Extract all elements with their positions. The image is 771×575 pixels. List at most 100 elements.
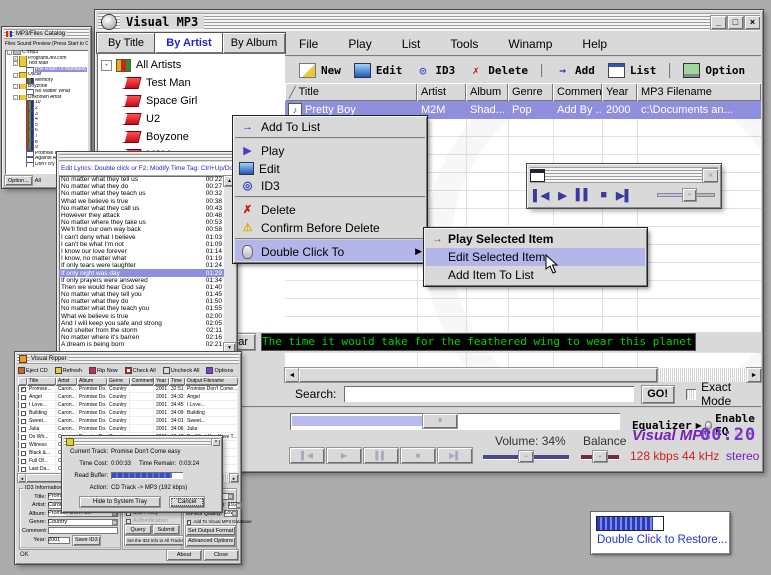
ripper-col-check[interactable]: [18, 377, 27, 385]
context-menu-item[interactable]: ▶ Play ▶: [235, 137, 425, 160]
lyric-line[interactable]: No matter what they call us 00:43: [59, 205, 224, 212]
mini-transport-button[interactable]: ■: [600, 189, 607, 202]
lyric-line[interactable]: And shelter from the storm 02:11: [59, 327, 224, 334]
ripper-col-title[interactable]: Title: [27, 377, 56, 385]
transport-button[interactable]: ▌◀: [290, 448, 324, 463]
search-input[interactable]: [344, 386, 633, 402]
toolbar-button[interactable]: Option: [669, 63, 745, 78]
seek-slider-handle[interactable]: ≡: [423, 414, 457, 428]
ripper-track-row[interactable]: ✓ Angel Caron... Promise Do... Country 2…: [18, 393, 238, 401]
menu-play[interactable]: Play: [348, 37, 371, 51]
collapse-icon[interactable]: -: [101, 60, 112, 71]
menu-file[interactable]: File: [299, 37, 318, 51]
menu-list[interactable]: List: [402, 37, 421, 51]
lyrics-titlebar[interactable]: [59, 154, 235, 161]
lyric-line[interactable]: I know our love forever 01:14: [59, 248, 224, 255]
mini-transport-button[interactable]: ▶▌: [616, 189, 632, 202]
ripper-track-row[interactable]: ✓ Promise... Caron... Promise Do... Coun…: [18, 385, 238, 393]
restore-window-icon[interactable]: [530, 169, 545, 182]
toolbar-button[interactable]: ✗ Delete: [468, 64, 528, 77]
ripper-col-year[interactable]: Year: [154, 377, 169, 385]
ripper-col-genre[interactable]: Genre: [107, 377, 130, 385]
id3-genre-dropdown[interactable]: Country: [48, 519, 118, 526]
submit-button[interactable]: Submit: [153, 525, 179, 534]
tree-root-all-artists[interactable]: - All Artists: [97, 56, 285, 74]
tab-by-title[interactable]: By Title: [97, 33, 155, 53]
about-button[interactable]: About: [167, 550, 201, 560]
artist-tree-item[interactable]: Test Man: [123, 74, 285, 92]
mini-player-titlebar[interactable]: ×: [530, 167, 718, 183]
ripper-toolbar-button[interactable]: Rip Now: [89, 367, 118, 374]
expander-icon[interactable]: -: [13, 73, 18, 78]
track-checkbox[interactable]: ✓: [21, 387, 26, 392]
lyric-line[interactable]: We'll find our own way back 00:58: [59, 226, 224, 233]
lyric-line[interactable]: No matter what they teach us 00:32: [59, 190, 224, 197]
catalog-option-button[interactable]: Option...: [5, 176, 32, 185]
seek-slider[interactable]: ≡: [290, 413, 620, 430]
toolbar-button[interactable]: New: [299, 63, 341, 78]
dialog-titlebar[interactable]: ×: [64, 438, 220, 446]
context-menu-item[interactable]: Double Click To ▶: [235, 238, 425, 261]
tab-by-album[interactable]: By Album: [223, 33, 285, 53]
scrollbar-thumb[interactable]: [299, 368, 657, 382]
lyric-line[interactable]: No matter where they take us 00:53: [59, 219, 224, 226]
minimize-button[interactable]: _: [711, 16, 726, 29]
ripper-toolbar-button[interactable]: Eject CD: [18, 367, 48, 374]
lyric-line[interactable]: I can't be what I'm not 01:09: [59, 241, 224, 248]
lyric-line[interactable]: I can't deny what I believe 01:03: [59, 234, 224, 241]
balance-handle[interactable]: −: [593, 451, 607, 462]
ripper-col-time[interactable]: Time: [169, 377, 185, 385]
ripper-titlebar[interactable]: Visual Ripper: [17, 354, 239, 364]
track-checkbox[interactable]: ✓: [21, 443, 26, 448]
submenu-item[interactable]: Add Item To List: [426, 266, 645, 284]
toolbar-button[interactable]: → Add: [541, 64, 595, 77]
column-header-title[interactable]: ╱Title: [285, 83, 417, 101]
lyric-line[interactable]: What we believe is true 02:00: [59, 313, 224, 320]
lyric-line[interactable]: What we believe is true 00:38: [59, 198, 224, 205]
mini-player-close-icon[interactable]: ×: [703, 169, 718, 182]
lyric-line[interactable]: No matter what they tell us 00:22: [59, 176, 224, 183]
hide-to-tray-button[interactable]: Hide to System Tray: [80, 497, 160, 507]
track-checkbox[interactable]: ✓: [21, 395, 26, 400]
ripper-close-button[interactable]: Close: [204, 550, 238, 560]
track-checkbox[interactable]: ✓: [21, 459, 26, 464]
scroll-left-icon[interactable]: ◄: [285, 368, 299, 382]
maximize-button[interactable]: □: [728, 16, 743, 29]
ripper-scroll-left-icon[interactable]: ◄: [18, 474, 26, 482]
expander-icon[interactable]: -: [13, 84, 18, 89]
id3-year-field[interactable]: 2001: [48, 537, 70, 544]
authentication-checkbox[interactable]: [126, 519, 131, 524]
ripper-toolbar-button[interactable]: Check All: [125, 367, 156, 374]
lyric-line[interactable]: No matter what they do 01:50: [59, 298, 224, 305]
lyric-line[interactable]: I know, no matter what 01:19: [59, 255, 224, 262]
lyric-line[interactable]: No matter where it's barren 02:16: [59, 334, 224, 341]
ripper-track-row[interactable]: ✓ I Love... Caron... Promise Do... Count…: [18, 401, 238, 409]
expander-icon[interactable]: -: [13, 95, 18, 100]
expander-icon[interactable]: -: [7, 50, 12, 55]
close-button[interactable]: ×: [745, 16, 760, 29]
transport-button[interactable]: ▶: [327, 448, 361, 463]
column-header-artist[interactable]: Artist: [417, 83, 466, 101]
context-menu-item[interactable]: ✗ Delete ▶: [235, 196, 425, 219]
column-header-album[interactable]: Album: [466, 83, 508, 101]
toolbar-button[interactable]: List: [608, 63, 657, 78]
lyric-line[interactable]: A dream is being born 02:21: [59, 341, 224, 348]
column-header-filename[interactable]: MP3 Filename: [637, 83, 761, 101]
toolbar-button[interactable]: Edit: [354, 63, 403, 78]
lyric-line[interactable]: If only prayers were answered 01:34: [59, 277, 224, 284]
balance-slider[interactable]: −: [581, 453, 619, 461]
submenu-item[interactable]: Edit Selected Item: [426, 248, 645, 266]
transport-button[interactable]: ▌▌: [364, 448, 398, 463]
search-go-button[interactable]: GO!: [642, 386, 674, 403]
ripper-track-row[interactable]: ✓ Building Caron... Promise Do... Countr…: [18, 409, 238, 417]
expander-icon[interactable]: +: [13, 56, 18, 61]
ripper-toolbar-button[interactable]: Refresh: [55, 367, 82, 374]
ripper-track-row[interactable]: ✓ Sweet... Caron... Promise Do... Countr…: [18, 417, 238, 425]
id3-comment-field[interactable]: [48, 527, 118, 534]
track-checkbox[interactable]: ✓: [21, 419, 26, 424]
ripper-toolbar-button[interactable]: Uncheck All: [163, 367, 200, 374]
ripper-col-album[interactable]: Album: [77, 377, 107, 385]
ripper-track-row[interactable]: ✓ Julia Caron... Promise Do... Country 2…: [18, 425, 238, 433]
ripper-toolbar-button[interactable]: Options: [206, 367, 233, 374]
context-menu-item[interactable]: ◎ ID3 ▶: [235, 177, 425, 194]
